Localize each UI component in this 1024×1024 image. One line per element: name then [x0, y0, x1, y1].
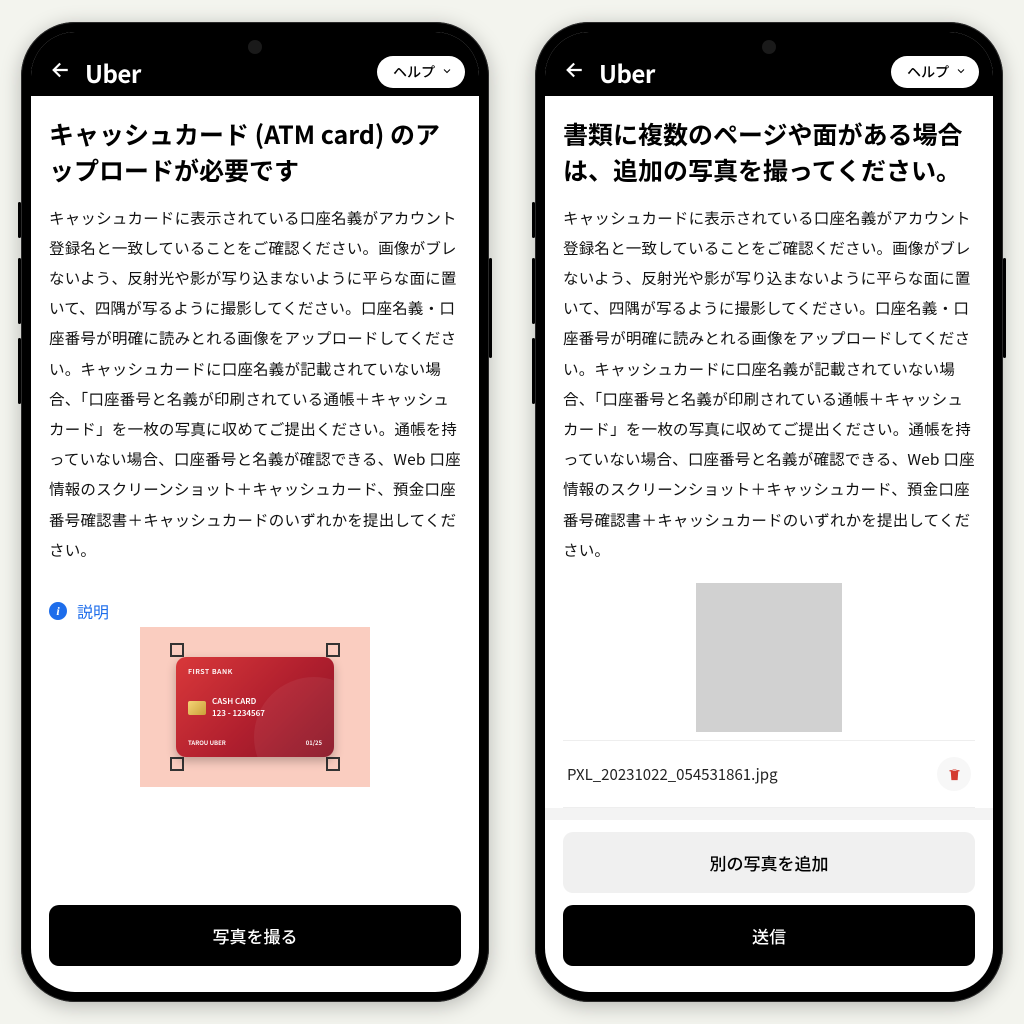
app-logo: Uber	[599, 55, 877, 90]
phone-left: Uber ヘルプ キャッシュカード (ATM card) のアップロードが必要で…	[21, 22, 489, 1002]
chevron-down-icon	[955, 62, 967, 82]
card-chip-icon	[188, 701, 206, 715]
help-button-label: ヘルプ	[393, 62, 435, 82]
app-logo: Uber	[85, 55, 363, 90]
explain-link[interactable]: 説明	[77, 599, 109, 623]
uploaded-file-row: PXL_20231022_054531861.jpg	[563, 740, 975, 808]
delete-file-button[interactable]	[937, 757, 971, 791]
card-bank: FIRST BANK	[188, 667, 322, 677]
help-button[interactable]: ヘルプ	[377, 56, 465, 88]
top-bar: Uber ヘルプ	[545, 32, 993, 96]
add-another-photo-button[interactable]: 別の写真を追加	[563, 832, 975, 893]
page-title: キャッシュカード (ATM card) のアップロードが必要です	[49, 116, 461, 189]
back-arrow-icon[interactable]	[45, 57, 71, 88]
info-icon: i	[49, 602, 67, 620]
phone-right: Uber ヘルプ 書類に複数のページや面がある場合は、追加の写真を撮ってください…	[535, 22, 1003, 1002]
help-button-label: ヘルプ	[907, 62, 949, 82]
top-bar: Uber ヘルプ	[31, 32, 479, 96]
trash-icon	[947, 767, 962, 782]
instruction-text: キャッシュカードに表示されている口座名義がアカウント登録名と一致していることをご…	[49, 203, 461, 566]
submit-button[interactable]: 送信	[563, 905, 975, 966]
page-title: 書類に複数のページや面がある場合は、追加の写真を撮ってください。	[563, 116, 975, 189]
uploaded-filename: PXL_20231022_054531861.jpg	[567, 764, 927, 785]
uploaded-thumbnail[interactable]	[696, 583, 842, 732]
back-arrow-icon[interactable]	[559, 57, 585, 88]
instruction-text: キャッシュカードに表示されている口座名義がアカウント登録名と一致していることをご…	[563, 203, 975, 566]
help-button[interactable]: ヘルプ	[891, 56, 979, 88]
card-type: CASH CARD	[212, 696, 265, 707]
card-holder: TAROU UBER	[188, 738, 226, 747]
sample-card-image: FIRST BANK CASH CARD 123 - 1234567 TAROU…	[140, 627, 370, 787]
take-photo-button[interactable]: 写真を撮る	[49, 905, 461, 966]
chevron-down-icon	[441, 62, 453, 82]
